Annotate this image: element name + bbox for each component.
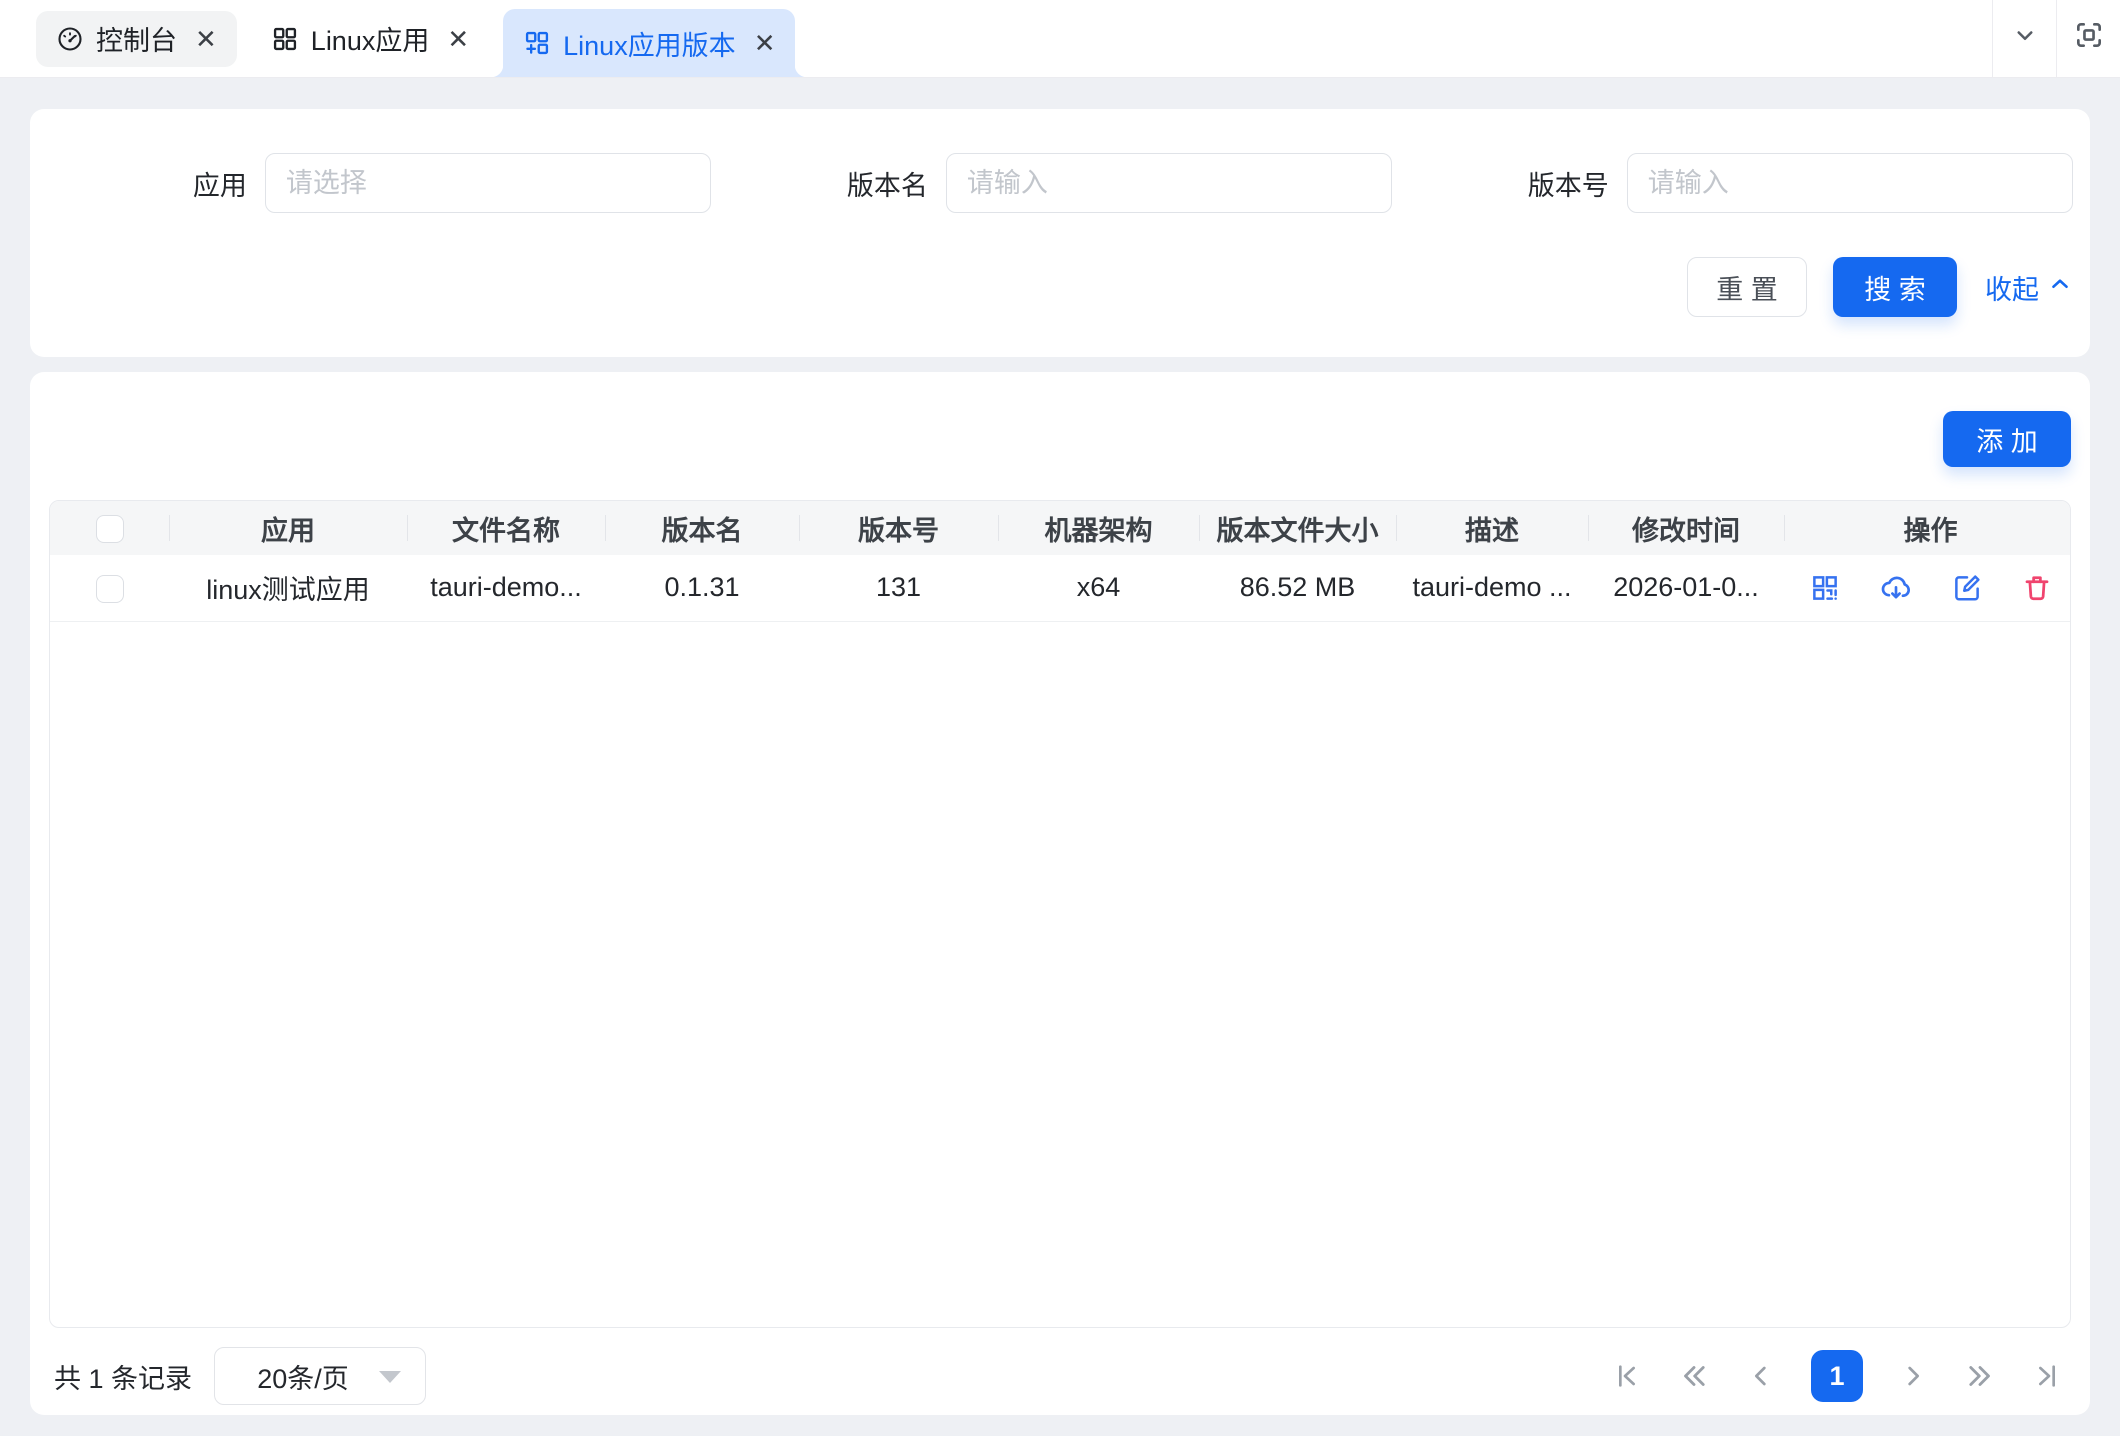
cell-arch: x64 [998,555,1199,621]
cell-file-name: tauri-demo... [407,555,605,621]
next-page-button[interactable] [1897,1360,1929,1392]
cell-description: tauri-demo ... [1396,555,1588,621]
delete-icon[interactable] [2022,573,2052,603]
chevron-down-icon [2010,20,2040,57]
close-icon[interactable]: ✕ [447,26,469,52]
tab-bar: 控制台 ✕ Linux应用 ✕ [0,0,2120,78]
filter-panel: 应用 版本名 版本号 重 置 搜 索 收起 [30,109,2090,357]
tab-label: 控制台 [96,19,177,58]
reset-button[interactable]: 重 置 [1687,257,1807,317]
dashboard-icon [56,25,84,53]
tab-label: Linux应用版本 [563,24,736,63]
table-header-row: 应用 文件名称 版本名 版本号 机器架构 版本文件大小 描述 修改时间 操作 [50,501,2071,555]
table-row: linux测试应用 tauri-demo... 0.1.31 131 x64 8… [50,555,2071,621]
filter-actions: 重 置 搜 索 收起 [30,257,2073,317]
add-button[interactable]: 添 加 [1943,411,2071,467]
app-label: 应用 [30,164,247,203]
tab-label: Linux应用 [311,19,430,58]
cell-app: linux测试应用 [169,555,407,621]
prev-group-button[interactable] [1677,1359,1711,1393]
version-name-label: 版本名 [711,164,928,203]
fullscreen-icon [2073,19,2105,58]
dropdown-arrow-icon [379,1371,401,1383]
tab-linux-app-version[interactable]: Linux应用版本 ✕ [503,9,795,77]
first-page-button[interactable] [1611,1360,1643,1392]
row-checkbox-cell [50,555,169,621]
tab-console[interactable]: 控制台 ✕ [36,11,237,67]
cell-version-name: 0.1.31 [605,555,799,621]
header-checkbox-cell [50,501,169,555]
column-header-file-size: 版本文件大小 [1199,501,1396,555]
collapse-link[interactable]: 收起 [1985,268,2073,307]
app-select[interactable] [265,153,711,213]
version-code-label: 版本号 [1392,164,1609,203]
field-version-code: 版本号 [1392,153,2073,213]
version-code-input[interactable] [1627,153,2073,213]
fullscreen-button[interactable] [2056,0,2120,77]
close-icon[interactable]: ✕ [195,26,217,52]
filter-fields-row: 应用 版本名 版本号 [30,153,2073,213]
pagination: 1 [1611,1350,2071,1402]
edit-icon[interactable] [1952,573,1982,603]
current-page-button[interactable]: 1 [1811,1350,1863,1402]
download-icon[interactable] [1880,572,1912,604]
field-app: 应用 [30,153,711,213]
tab-bar-controls [1992,0,2120,77]
cell-modified-time: 2026-01-0... [1588,555,1784,621]
collapse-label: 收起 [1985,268,2039,307]
tabs-menu-button[interactable] [1992,0,2056,77]
table-toolbar: 添 加 [49,411,2071,467]
qrcode-icon[interactable] [1810,573,1840,603]
tab-linux-app[interactable]: Linux应用 ✕ [251,11,489,67]
cell-actions [1784,555,2071,621]
cell-file-size: 86.52 MB [1199,555,1396,621]
last-page-button[interactable] [2031,1360,2063,1392]
table-panel: 添 加 应用 文件名称 版本名 版本号 机器架构 版本文件大小 描述 [30,372,2090,1415]
column-header-version-name: 版本名 [605,501,799,555]
select-all-checkbox[interactable] [96,515,124,543]
column-header-modified-time: 修改时间 [1588,501,1784,555]
field-version-name: 版本名 [711,153,1392,213]
page-size-value: 20条/页 [257,1357,349,1396]
column-header-description: 描述 [1396,501,1588,555]
grid-icon [271,25,299,53]
column-header-actions: 操作 [1784,501,2071,555]
column-header-file-name: 文件名称 [407,501,605,555]
cell-version-code: 131 [799,555,998,621]
next-group-button[interactable] [1963,1359,1997,1393]
column-header-arch: 机器架构 [998,501,1199,555]
grid-plus-icon [523,29,551,57]
row-checkbox[interactable] [96,575,124,603]
column-header-version-code: 版本号 [799,501,998,555]
prev-page-button[interactable] [1745,1360,1777,1392]
table-footer: 共 1 条记录 20条/页 1 [49,1347,2071,1405]
page-size-select[interactable]: 20条/页 [214,1347,426,1405]
data-table: 应用 文件名称 版本名 版本号 机器架构 版本文件大小 描述 修改时间 操作 l… [49,500,2071,1328]
column-header-app: 应用 [169,501,407,555]
chevron-up-icon [2047,271,2073,304]
search-button[interactable]: 搜 索 [1833,257,1957,317]
total-records-text: 共 1 条记录 [54,1357,192,1396]
version-name-input[interactable] [946,153,1392,213]
tab-list: 控制台 ✕ Linux应用 ✕ [36,0,795,77]
close-icon[interactable]: ✕ [754,30,776,56]
